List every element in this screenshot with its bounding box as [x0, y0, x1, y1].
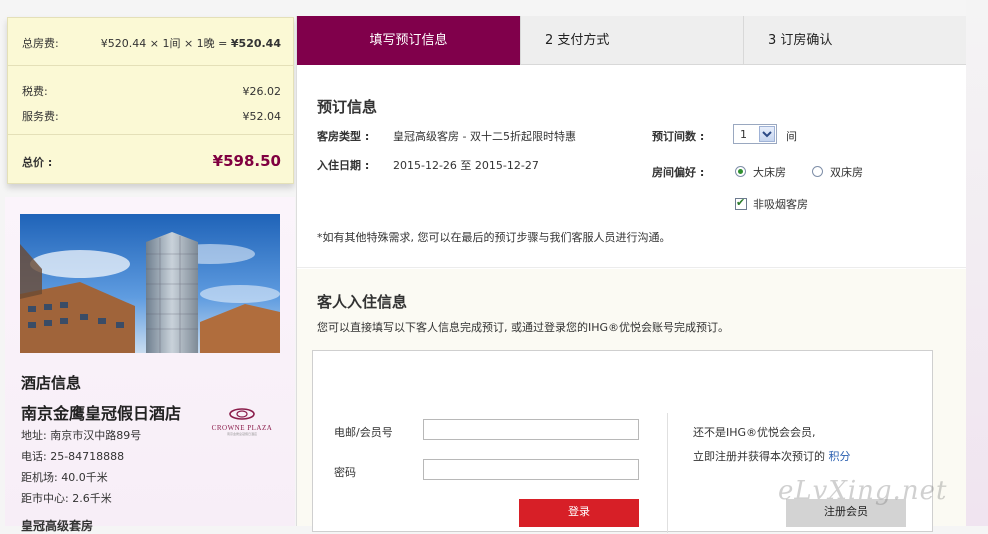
- price-divider: [8, 134, 293, 135]
- special-request-note: *如有其他特殊需求, 您可以在最后的预订步骤与我们客服人员进行沟通。: [317, 231, 671, 244]
- rooms-count-label: 预订间数 :: [652, 130, 705, 143]
- step-tabs: 填写预订信息 2 支付方式 3 订房确认: [297, 16, 967, 65]
- service-value: ¥52.04: [242, 110, 282, 123]
- hotel-address: 地址: 南京市汉中路89号: [21, 429, 142, 442]
- password-input[interactable]: [423, 459, 639, 480]
- form-divider: [667, 413, 668, 533]
- checkin-date-value: 2015-12-26 至 2015-12-27: [393, 159, 539, 172]
- brand-subtext: 南京金鹰皇冠假日酒店: [226, 432, 257, 436]
- service-label: 服务费:: [22, 110, 59, 123]
- email-member-label: 电邮/会员号: [334, 426, 393, 439]
- checkmark-icon: ✔: [736, 196, 746, 209]
- total-row: 总价 : ¥598.50: [22, 152, 281, 170]
- king-bed-label: 大床房: [753, 166, 786, 179]
- tab-payment[interactable]: 2 支付方式: [520, 16, 743, 65]
- login-button[interactable]: 登录: [519, 499, 639, 527]
- guest-section-desc: 您可以直接填写以下客人信息完成预订, 或通过登录您的IHG®优悦会账号完成预订。: [317, 321, 730, 334]
- king-bed-radio[interactable]: [735, 166, 746, 177]
- page-scrollbar[interactable]: [966, 0, 988, 526]
- brand-text: CROWNE PLAZA: [211, 424, 273, 432]
- register-hint-text: 立即注册并获得本次预订的: [693, 450, 825, 463]
- room-fee-formula: ¥520.44 × 1间 × 1晚 = ¥520.44: [101, 35, 281, 51]
- crowne-plaza-logo: CROWNE PLAZA 南京金鹰皇冠假日酒店: [204, 407, 280, 436]
- hotel-photo: [20, 214, 280, 353]
- service-row: 服务费: ¥52.04: [22, 108, 281, 124]
- chevron-down-icon[interactable]: [759, 126, 775, 142]
- site-watermark: eLvXing.net: [778, 476, 948, 506]
- hotel-panel: 酒店信息 南京金鹰皇冠假日酒店 CROWNE PLAZA 南京金鹰皇冠假日酒店 …: [5, 197, 295, 533]
- room-type-label: 客房类型 :: [317, 130, 370, 143]
- checkin-date-label: 入住日期 :: [317, 159, 370, 172]
- room-fee-total: ¥520.44: [230, 37, 281, 50]
- tax-value: ¥26.02: [242, 85, 282, 98]
- points-link[interactable]: 积分: [829, 450, 851, 463]
- rooms-unit: 间: [786, 130, 797, 143]
- room-preference-label: 房间偏好 :: [652, 166, 705, 179]
- section-divider: [297, 267, 967, 268]
- rooms-count-select[interactable]: 1: [733, 124, 777, 144]
- price-divider: [8, 65, 293, 66]
- not-member-text: 还不是IHG®优悦会会员,: [693, 426, 816, 439]
- register-hint: 立即注册并获得本次预订的 积分: [693, 448, 851, 464]
- hotel-phone: 电话: 25-84718888: [21, 450, 125, 463]
- room-fee-row: 总房费: ¥520.44 × 1间 × 1晚 = ¥520.44: [22, 35, 281, 51]
- tab-fill-info[interactable]: 填写预订信息: [297, 16, 520, 65]
- twin-bed-radio[interactable]: [812, 166, 823, 177]
- rooms-count-value: 1: [740, 128, 747, 141]
- booking-section-title: 预订信息: [317, 98, 378, 116]
- hotel-name: 南京金鹰皇冠假日酒店: [21, 404, 182, 423]
- price-summary: 总房费: ¥520.44 × 1间 × 1晚 = ¥520.44 税费: ¥26…: [7, 17, 294, 184]
- hotel-section-title: 酒店信息: [21, 374, 82, 392]
- room-type-value: 皇冠高级客房 - 双十二5折起限时特惠: [393, 130, 576, 143]
- booking-main: 填写预订信息 2 支付方式 3 订房确认 预订信息 客房类型 : 皇冠高级客房 …: [296, 16, 968, 533]
- hotel-airport-distance: 距机场: 40.0千米: [21, 471, 108, 484]
- tax-row: 税费: ¥26.02: [22, 83, 281, 99]
- twin-bed-label: 双床房: [830, 166, 863, 179]
- email-member-input[interactable]: [423, 419, 639, 440]
- room-fee-formula-text: ¥520.44 × 1间 × 1晚 =: [100, 37, 228, 50]
- non-smoking-checkbox[interactable]: ✔: [735, 196, 747, 210]
- guest-section-title: 客人入住信息: [317, 293, 408, 311]
- room-fee-label: 总房费:: [22, 37, 59, 50]
- tab-confirm[interactable]: 3 订房确认: [743, 16, 967, 65]
- crown-icon: [229, 408, 255, 420]
- tax-label: 税费:: [22, 85, 48, 98]
- non-smoking-label: 非吸烟客房: [753, 198, 808, 211]
- password-label: 密码: [334, 466, 356, 479]
- hotel-center-distance: 距市中心: 2.6千米: [21, 492, 112, 505]
- total-label: 总价 :: [22, 156, 53, 169]
- total-value: ¥598.50: [212, 152, 281, 170]
